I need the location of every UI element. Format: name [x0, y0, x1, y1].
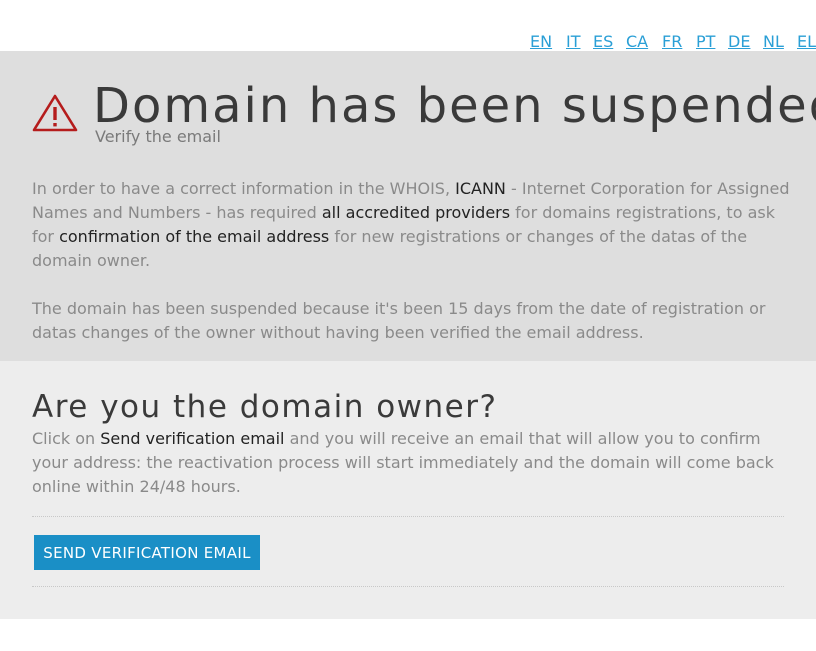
- page-title: Domain has been suspended: [93, 78, 816, 134]
- icann-info-paragraph: In order to have a correct information i…: [32, 177, 792, 273]
- info-text: In order to have a correct information i…: [32, 179, 456, 198]
- suspension-notice: Domain has been suspended Verify the ema…: [0, 51, 816, 361]
- lang-link-es[interactable]: ES: [593, 32, 613, 52]
- lang-link-it[interactable]: IT: [566, 32, 581, 52]
- owner-instructions: Click on Send verification email and you…: [32, 427, 792, 499]
- instructions-text: Click on: [32, 429, 101, 448]
- owner-section: Are you the domain owner? Click on Send …: [0, 361, 816, 619]
- page-subtitle: Verify the email: [95, 127, 221, 146]
- lang-link-en[interactable]: EN: [530, 32, 552, 52]
- lang-link-el[interactable]: EL: [797, 32, 816, 52]
- warning-icon: [32, 94, 78, 132]
- language-bar: EN IT ES CA FR PT DE NL EL: [0, 32, 816, 52]
- instructions-emphasis: Send verification email: [100, 429, 285, 448]
- lang-link-pt[interactable]: PT: [696, 32, 715, 52]
- lang-link-fr[interactable]: FR: [662, 32, 682, 52]
- owner-heading: Are you the domain owner?: [32, 389, 498, 425]
- send-verification-email-button[interactable]: SEND VERIFICATION EMAIL: [34, 535, 260, 570]
- divider: [32, 586, 784, 587]
- info-emphasis: ICANN: [455, 179, 506, 198]
- lang-link-nl[interactable]: NL: [763, 32, 784, 52]
- suspension-reason-paragraph: The domain has been suspended because it…: [32, 299, 766, 342]
- divider: [32, 516, 784, 517]
- info-emphasis: confirmation of the email address: [59, 227, 330, 246]
- info-emphasis: all accredited providers: [321, 203, 511, 222]
- lang-link-de[interactable]: DE: [728, 32, 750, 52]
- lang-link-ca[interactable]: CA: [626, 32, 648, 52]
